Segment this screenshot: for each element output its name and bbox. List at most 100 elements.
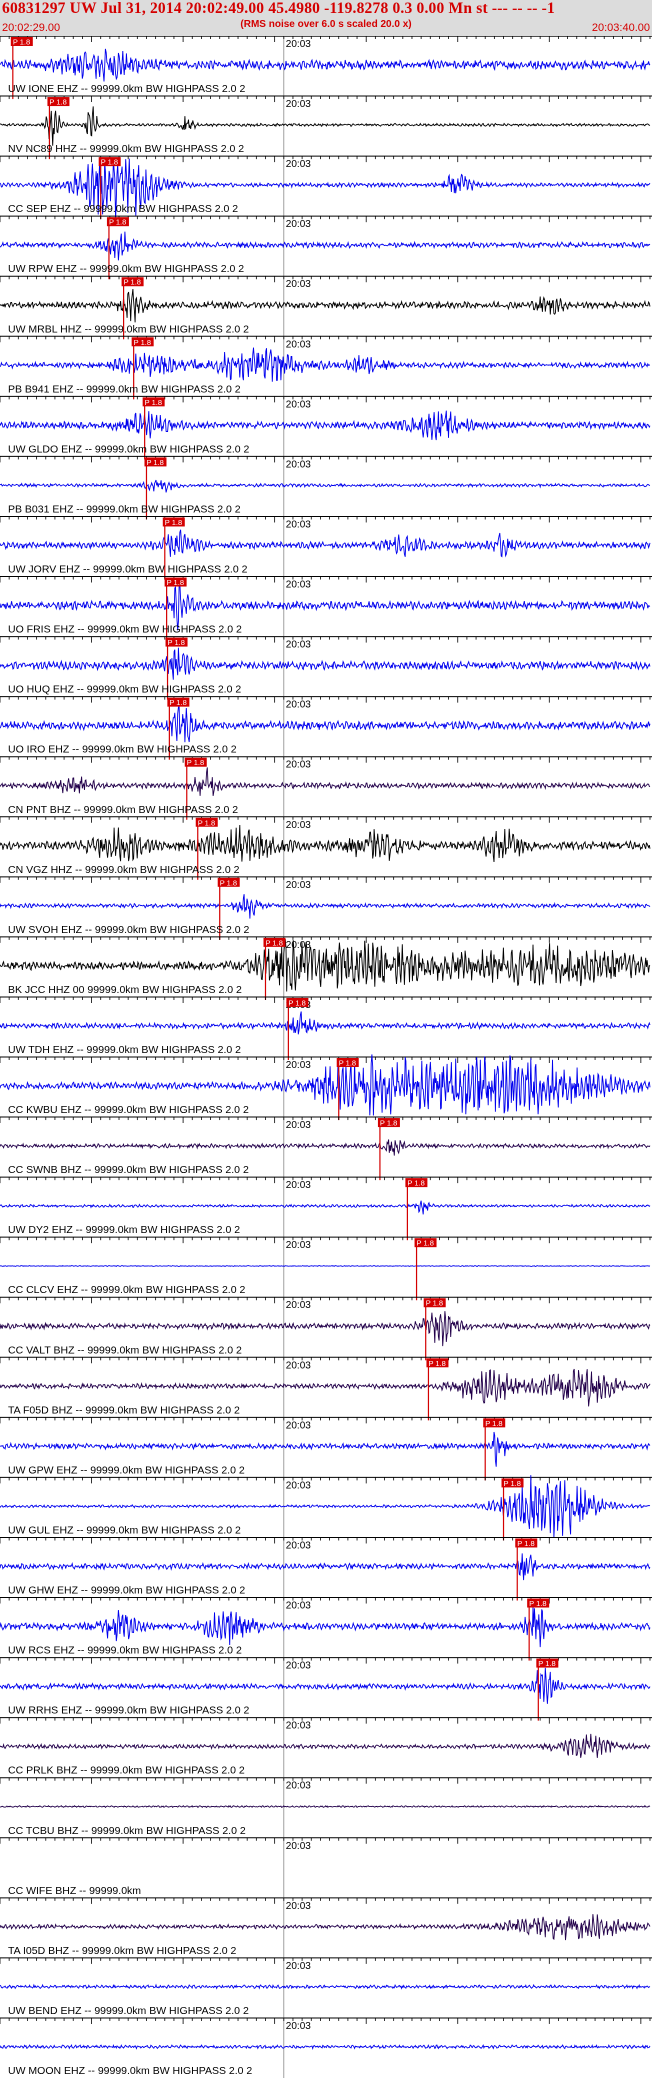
waveform [0,1139,651,1156]
station-label: TA I05D BHZ -- 99999.0km BW HIGHPASS 2.0… [8,1945,237,1957]
station-label: UW MRBL HHZ -- 99999.0km BW HIGHPASS 2.0… [8,323,249,335]
station-label: CC SWNB BHZ -- 99999.0km BW HIGHPASS 2.0… [8,1164,249,1176]
pick-label: P 1.8 [428,1359,445,1368]
pick-label: P 1.8 [220,878,237,887]
minute-tick-label: 20:03 [286,1601,311,1612]
waveform [0,1200,651,1215]
trace-1: 20:03 P 1.8 UW IONE EHZ -- 99999.0km BW HI… [0,36,652,100]
station-label: UW GHW EHZ -- 99999.0km BW HIGHPASS 2.0 … [8,1585,245,1597]
pick-label: P 1.8 [49,98,66,107]
trace-20: 20:03 P 1.8 UW DY2 EHZ -- 99999.0km BW HIG… [0,1176,652,1241]
trace-12: 20:03 P 1.8 UO IRO EHZ -- 99999.0km BW HIG… [0,696,652,760]
pick-label: P 1.8 [146,458,163,467]
waveform [0,1431,651,1467]
station-label: UO IRO EHZ -- 99999.0km BW HIGHPASS 2.0 … [8,744,237,756]
pick-label: P 1.8 [134,338,151,347]
pick-label: P 1.8 [426,1299,443,1308]
minute-tick-label: 20:03 [286,700,311,711]
minute-tick-label: 20:03 [286,1661,311,1672]
station-label: CC PRLK BHZ -- 99999.0km BW HIGHPASS 2.0… [8,1765,245,1777]
station-label: UW MOON EHZ -- 99999.0km BW HIGHPASS 2.0… [8,2065,252,2077]
waveform [0,894,651,919]
trace-4: 20:03 P 1.8 UW RPW EHZ -- 99999.0km BW HIG… [0,215,652,280]
minute-tick-label: 20:03 [286,1721,311,1732]
pick-label: P 1.8 [288,998,305,1007]
waveform [0,529,651,558]
pick-label: P 1.8 [517,1539,534,1548]
waveform [0,1553,651,1581]
trace-14: 20:03 P 1.8 CN VGZ HHZ -- 99999.0km BW HIG… [0,816,652,880]
minute-tick-label: 20:03 [286,820,311,831]
waveform [0,705,651,743]
waveform [0,767,651,796]
seismogram-plot: 20:03 P 1.8 UW IONE EHZ -- 99999.0km BW HI… [0,36,652,2078]
header-bar: 60831297 UW Jul 31, 2014 20:02:49.00 45.… [0,0,652,37]
waveform [0,1368,651,1407]
station-label: BK JCC HHZ 00 99999.0km BW HIGHPASS 2.0 … [8,984,242,996]
pick-label: P 1.8 [167,578,184,587]
minute-tick-label: 20:03 [286,39,311,50]
waveform [0,1667,651,1704]
station-label: UW GLDO EHZ -- 99999.0km BW HIGHPASS 2.0… [8,443,250,455]
station-label: UW RRHS EHZ -- 99999.0km BW HIGHPASS 2.0… [8,1705,250,1717]
pick-label: P 1.8 [485,1419,502,1428]
minute-tick-label: 20:03 [286,580,311,591]
waveform [0,1606,651,1648]
waveform [0,1914,651,1941]
minute-tick-label: 20:03 [286,640,311,651]
minute-tick-label: 20:03 [286,159,311,170]
rms-subtitle: (RMS noise over 6.0 s scaled 20.0 x) [240,19,412,30]
waveform [0,824,651,863]
trace-18: 20:03 P 1.8 CC KWBU EHZ -- 99999.0km BW HI… [0,1054,652,1121]
pick-label: P 1.8 [417,1239,434,1248]
end-time: 20:03:40.00 [591,22,650,34]
pick-label: P 1.8 [165,518,182,527]
waveform [0,479,651,493]
waveform [0,647,651,680]
minute-tick-label: 20:03 [286,99,311,110]
minute-tick-label: 20:03 [286,279,311,290]
minute-tick-label: 20:03 [286,1540,311,1551]
minute-tick-label: 20:03 [286,1841,311,1852]
station-label: CN PNT BHZ -- 99999.0km BW HIGHPASS 2.0 … [8,804,238,816]
pick-label: P 1.8 [109,218,126,227]
station-label: CC TCBU BHZ -- 99999.0km BW HIGHPASS 2.0… [8,1825,246,1837]
trace-21: 20:03 P 1.8 CC CLCV EHZ -- 99999.0km BW HI… [0,1236,652,1301]
waveform [0,48,651,82]
trace-23: 20:03 P 1.8 TA F05D BHZ -- 99999.0km BW HI… [0,1356,652,1421]
pick-label: P 1.8 [124,278,141,287]
waveform [0,410,651,441]
station-label: UW DY2 EHZ -- 99999.0km BW HIGHPASS 2.0 … [8,1224,240,1236]
station-label: PB B941 EHZ -- 99999.0km BW HIGHPASS 2.0… [8,383,241,395]
station-label: UW RCS EHZ -- 99999.0km BW HIGHPASS 2.0 … [8,1645,242,1657]
trace-17: 20:03P 1.8UW TDH EHZ -- 99999.0km BW HIG… [0,996,652,1061]
trace-31: 20:03 CC WIFE BHZ -- 99999.0km [0,1837,652,1898]
minute-tick-label: 20:03 [286,1180,311,1191]
pick-label: P 1.8 [504,1479,521,1488]
pick-label: P 1.8 [529,1599,546,1608]
waveform [0,1983,651,1990]
minute-tick-label: 20:03 [286,1120,311,1131]
minute-tick-label: 20:03 [286,459,311,470]
trace-32: 20:03 TA I05D BHZ -- 99999.0km BW HIGHPAS… [0,1897,652,1958]
station-label: PB B031 EHZ -- 99999.0km BW HIGHPASS 2.0… [8,503,241,515]
station-label: UW TDH EHZ -- 99999.0km BW HIGHPASS 2.0 … [8,1044,241,1056]
station-label: UW BEND EHZ -- 99999.0km BW HIGHPASS 2.0… [8,2005,249,2017]
minute-tick-label: 20:03 [286,940,311,951]
trace-16: 20:03 P 1.8 BK JCC HHZ 00 99999.0km BW HIG… [0,936,652,1000]
station-label: CC KWBU EHZ -- 99999.0km BW HIGHPASS 2.0… [8,1104,249,1116]
minute-tick-label: 20:03 [286,1961,311,1972]
trace-25: 20:03 P 1.8 UW GUL EHZ -- 99999.0km BW HIG… [0,1475,652,1541]
pick-label: P 1.8 [538,1659,555,1668]
station-label: UW JORV EHZ -- 99999.0km BW HIGHPASS 2.0… [8,564,248,576]
trace-34: 20:03 UW MOON EHZ -- 99999.0km BW HIGHPAS… [0,2017,652,2078]
trace-7: 20:03 P 1.8 UW GLDO EHZ -- 99999.0km BW HI… [0,395,652,460]
trace-3: 20:03 P 1.8 CC SEP EHZ -- 99999.0km BW HIG… [0,155,652,221]
station-label: CC WIFE BHZ -- 99999.0km [8,1885,141,1897]
minute-tick-label: 20:03 [286,1901,311,1912]
minute-tick-label: 20:03 [286,1781,311,1792]
trace-5: 20:03 P 1.8 UW MRBL HHZ -- 99999.0km BW HI… [0,275,652,340]
minute-tick-label: 20:03 [286,519,311,530]
trace-13: 20:03 P 1.8 CN PNT BHZ -- 99999.0km BW HIG… [0,756,652,820]
trace-6: 20:03 P 1.8 PB B941 EHZ -- 99999.0km BW HI… [0,335,652,400]
